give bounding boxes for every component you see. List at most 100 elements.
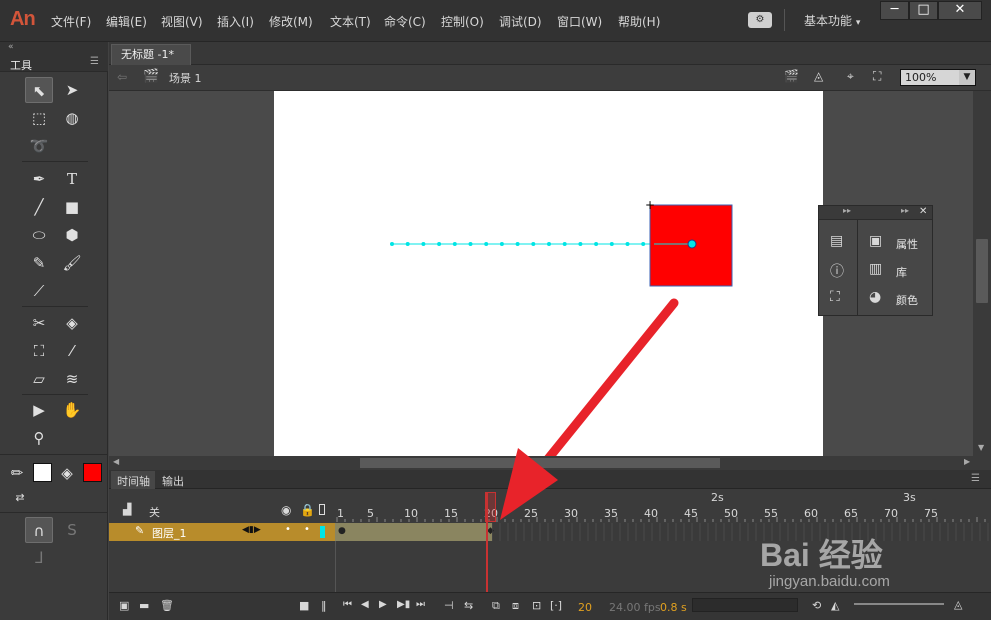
- new-layer-icon[interactable]: ▣: [119, 599, 129, 612]
- play-icon[interactable]: ▶: [379, 599, 387, 610]
- edit-scene-icon[interactable]: 🎬: [784, 69, 799, 83]
- eraser-tool-icon[interactable]: ▱: [25, 366, 53, 392]
- outline-icon[interactable]: [319, 504, 325, 515]
- clip-content-icon[interactable]: ⛶: [873, 69, 881, 84]
- close-icon[interactable]: ✕: [919, 206, 927, 217]
- scroll-right-icon[interactable]: ▶: [964, 457, 970, 466]
- tab-output[interactable]: 输出: [162, 473, 184, 489]
- first-frame-icon[interactable]: ⏮: [343, 599, 352, 610]
- color-palette-icon[interactable]: ◕: [869, 289, 881, 305]
- minimize-button[interactable]: ─: [880, 1, 909, 20]
- eye-icon[interactable]: ◉: [281, 503, 291, 517]
- stroke-color-swatch[interactable]: [33, 463, 52, 482]
- scroll-down-icon[interactable]: ▼: [978, 443, 984, 452]
- pencil-tool-icon[interactable]: ✎: [25, 250, 53, 276]
- panel-menu-icon[interactable]: ☰: [971, 473, 980, 484]
- lasso-tool-icon[interactable]: ➰: [25, 133, 53, 159]
- sync-settings-icon[interactable]: ⚙: [748, 12, 772, 28]
- prev-keyframe-icon[interactable]: ◀▮▶: [242, 525, 261, 535]
- onion-outline-icon[interactable]: ⧈: [512, 599, 519, 613]
- document-tab[interactable]: 无标题 -1* ×: [111, 44, 191, 81]
- edit-symbol-icon[interactable]: ◬: [814, 69, 823, 83]
- smooth-icon[interactable]: S: [58, 517, 86, 543]
- restore-icon[interactable]: ⟲: [812, 599, 821, 612]
- maximize-button[interactable]: □: [909, 1, 938, 20]
- library-icon[interactable]: ▥: [869, 261, 882, 277]
- start-keyframe[interactable]: ●: [338, 526, 346, 536]
- large-frames-icon[interactable]: ◬: [954, 598, 962, 611]
- bone-tool-icon[interactable]: ✂: [25, 310, 53, 336]
- motion-tween-span[interactable]: [335, 523, 492, 541]
- properties-label[interactable]: 属性: [896, 236, 918, 252]
- frame-ruler[interactable]: 2s 3s 1 5 10 15 20 25 30 35 40 45 50 55 …: [335, 489, 991, 522]
- brush-tool-icon[interactable]: 🖌: [58, 250, 86, 276]
- lock-icon[interactable]: 🔒: [300, 503, 315, 517]
- paint-bucket-tool-icon[interactable]: ◈: [58, 310, 86, 336]
- new-folder-icon[interactable]: ▬: [139, 599, 149, 612]
- hand-tool-icon[interactable]: ✋: [58, 397, 86, 423]
- center-frame-icon[interactable]: ⊣: [444, 599, 454, 612]
- zoom-tool-icon[interactable]: ⚲: [25, 425, 53, 451]
- menu-view[interactable]: 视图(V): [161, 13, 203, 30]
- align-icon[interactable]: ▤: [830, 233, 843, 249]
- 3d-rotation-tool-icon[interactable]: ◍: [58, 105, 86, 131]
- layer-name[interactable]: 图层_1: [152, 525, 187, 541]
- polystar-tool-icon[interactable]: ⬢: [58, 222, 86, 248]
- prev-frame-icon[interactable]: ◀: [361, 599, 369, 610]
- panel-menu-icon[interactable]: ☰: [90, 56, 99, 67]
- next-frame-icon[interactable]: ▶▮: [397, 599, 410, 610]
- frame-size-slider[interactable]: [854, 603, 944, 605]
- timeline-scrollbar[interactable]: [692, 598, 798, 612]
- workspace-switcher[interactable]: 基本功能 ▾: [804, 12, 860, 29]
- vertical-scrollbar[interactable]: ▼: [973, 91, 991, 456]
- layer-depth-icon[interactable]: ‖: [321, 599, 327, 612]
- delete-layer-icon[interactable]: 🗑: [160, 599, 174, 612]
- tab-timeline[interactable]: 时间轴: [117, 473, 150, 489]
- expand-icon[interactable]: ▸▸: [901, 206, 909, 215]
- transform-icon[interactable]: ⛶: [830, 289, 840, 305]
- menu-edit[interactable]: 编辑(E): [106, 13, 147, 30]
- vertical-scrollbar-thumb[interactable]: [976, 239, 988, 303]
- menu-text[interactable]: 文本(T): [330, 13, 371, 30]
- close-window-button[interactable]: ✕: [938, 1, 982, 20]
- oval-tool-icon[interactable]: ⬭: [25, 222, 53, 248]
- modify-markers-icon[interactable]: [·]: [550, 599, 562, 612]
- eyedropper-tool-icon[interactable]: ⁄: [58, 338, 86, 364]
- swap-colors-icon[interactable]: ⇄: [6, 485, 34, 511]
- text-tool-icon[interactable]: T: [58, 166, 86, 192]
- visible-dot-icon[interactable]: •: [285, 524, 291, 535]
- snap-to-objects-icon[interactable]: ∩: [25, 517, 53, 543]
- menu-commands[interactable]: 命令(C): [384, 13, 426, 30]
- small-frames-icon[interactable]: ◭: [831, 599, 839, 612]
- zoom-select[interactable]: 100% ▼: [900, 69, 976, 86]
- layer-outline-color[interactable]: [320, 526, 325, 538]
- back-arrow-icon[interactable]: ⇦: [117, 70, 127, 84]
- properties-icon[interactable]: ▣: [869, 233, 882, 249]
- scroll-left-icon[interactable]: ◀: [113, 457, 119, 466]
- expand-icon[interactable]: ▸▸: [843, 206, 851, 215]
- rectangle-tool-icon[interactable]: ■: [58, 194, 86, 220]
- menu-modify[interactable]: 修改(M): [269, 13, 313, 30]
- center-stage-icon[interactable]: ⌖: [847, 69, 854, 84]
- loop-icon[interactable]: ⇆: [464, 599, 473, 612]
- menu-window[interactable]: 窗口(W): [557, 13, 602, 30]
- lock-dot-icon[interactable]: •: [304, 524, 310, 535]
- last-frame-icon[interactable]: ⏭: [416, 599, 425, 610]
- fill-color-icon[interactable]: ◈: [56, 460, 78, 486]
- frame-rate[interactable]: 24.00 fps: [609, 601, 661, 614]
- pen-tool-icon[interactable]: ✒: [25, 166, 53, 192]
- menu-debug[interactable]: 调试(D): [499, 13, 542, 30]
- ink-bottle-tool-icon[interactable]: ⛶: [25, 338, 53, 364]
- edit-multiple-icon[interactable]: ⊡: [532, 599, 541, 612]
- subselection-tool-icon[interactable]: ➤: [58, 77, 86, 103]
- collapse-icon[interactable]: «: [8, 42, 14, 52]
- fill-color-swatch[interactable]: [83, 463, 102, 482]
- camera-icon[interactable]: ■: [299, 599, 309, 612]
- menu-insert[interactable]: 插入(I): [217, 13, 254, 30]
- menu-help[interactable]: 帮助(H): [618, 13, 660, 30]
- info-icon[interactable]: ⓘ: [830, 261, 844, 281]
- color-label[interactable]: 颜色: [896, 292, 918, 308]
- layer-folder-icon[interactable]: ▟: [123, 503, 131, 516]
- layer-row[interactable]: ✎ 图层_1 ◀▮▶ • •: [109, 523, 335, 541]
- onion-skin-icon[interactable]: ⧉: [492, 599, 500, 613]
